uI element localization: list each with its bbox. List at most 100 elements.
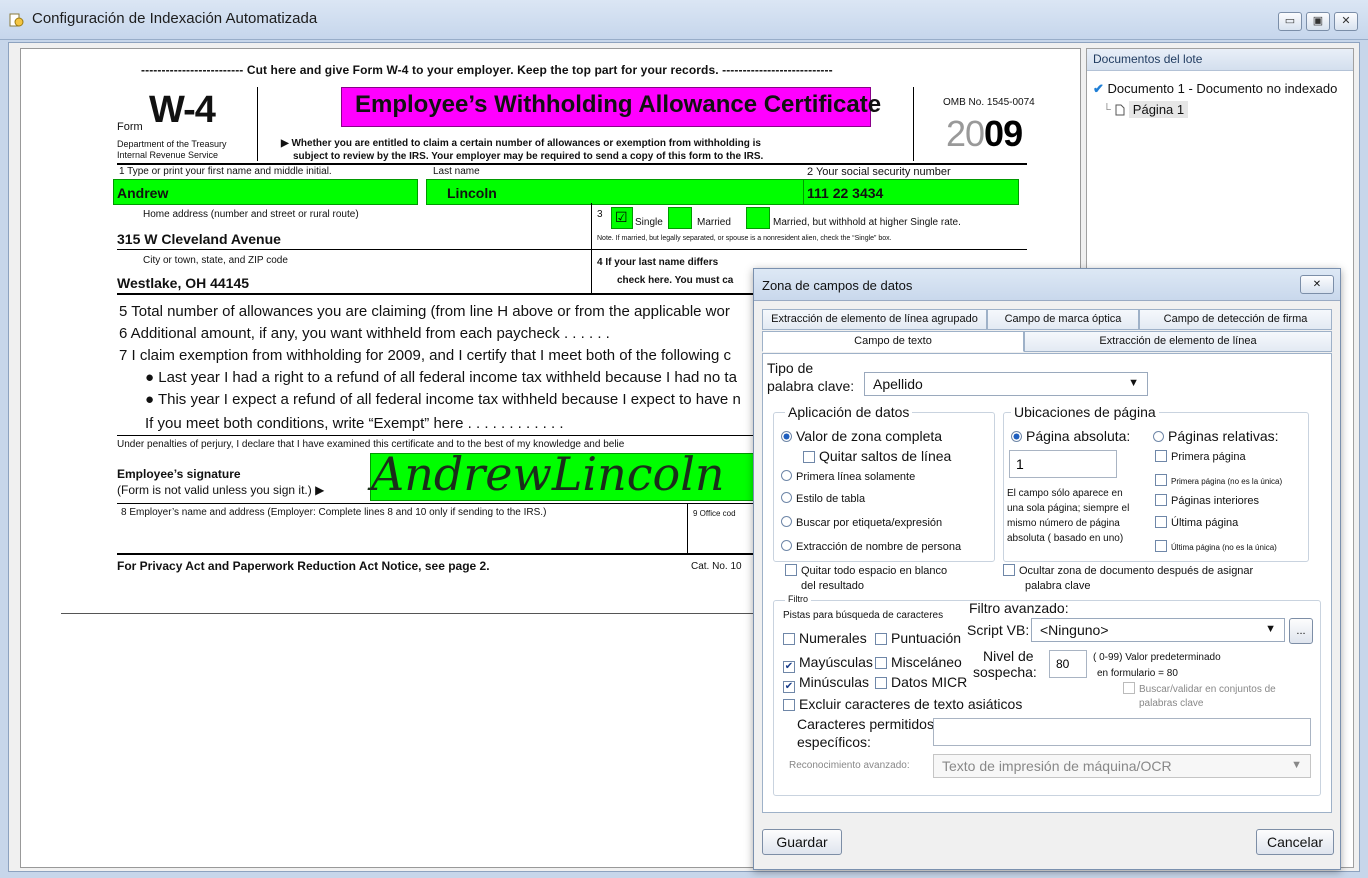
form-subtitle-2: subject to review by the IRS. Your emplo… [293,151,764,162]
line-6: 6 Additional amount, if any, you want wi… [119,325,610,342]
cat-number: Cat. No. 10 [691,561,742,572]
suspicion-input[interactable] [1049,650,1087,678]
abs-note-4: absoluta ( basado en uno) [1007,533,1124,544]
tab-line-item[interactable]: Extracción de elemento de línea [1024,331,1332,352]
app-icon [9,13,24,27]
single-check-icon: ☑ [615,209,628,225]
first-name-label: 1 Type or print your first name and midd… [119,166,332,177]
line-7: 7 I claim exemption from withholding for… [119,347,731,364]
abs-note-1: El campo sólo aparece en [1007,488,1123,499]
line-7a: ● Last year I had a right to a refund of… [145,369,737,386]
omb-number: OMB No. 1545-0074 [943,97,1035,108]
rel-first-only-checkbox[interactable]: Primera página (no es la única) [1155,474,1282,486]
line-9: 9 Office cod [693,509,736,518]
allowed-chars-label-1: Caracteres permitidos [797,716,934,732]
hide-zone-checkbox[interactable]: Ocultar zona de documento después de asi… [1003,564,1253,577]
suspicion-label-1: Nivel de [983,648,1034,664]
ssn-label: 2 Your social security number [807,166,951,178]
rel-first-page-checkbox[interactable]: Primera página [1155,450,1246,463]
script-browse-button[interactable]: ... [1289,618,1313,644]
married-checkbox-zone[interactable] [668,207,692,229]
rel-last-page-checkbox[interactable]: Última página [1155,516,1238,529]
close-button[interactable]: ✕ [1334,12,1358,31]
form-subtitle-1: ▶ Whether you are entitled to claim a ce… [281,138,761,149]
numerals-checkbox[interactable]: Numerales [783,630,867,646]
uppercase-checkbox[interactable]: Mayúsculas [783,654,873,673]
line-8: 8 Employer’s name and address (Employer:… [121,507,547,518]
form-word: Form [117,121,143,133]
micr-checkbox[interactable]: Datos MICR [875,674,967,690]
option-table-style[interactable]: Estilo de tabla [781,492,865,505]
option-search-label[interactable]: Buscar por etiqueta/expresión [781,516,942,529]
trim-whitespace-checkbox[interactable]: Quitar todo espacio en blanco [785,564,947,577]
validate-keywords-checkbox[interactable]: Buscar/validar en conjuntos de [1123,682,1276,695]
cancel-button[interactable]: Cancelar [1256,829,1334,855]
minimize-button[interactable]: ▭ [1278,12,1302,31]
save-button[interactable]: Guardar [762,829,842,855]
dept-line-2: Internal Revenue Service [117,150,219,160]
allowed-chars-input[interactable] [933,718,1311,746]
first-name-value: Andrew [117,185,169,201]
tree-page-1[interactable]: └ Página 1 [1103,101,1189,118]
form-name: W-4 [149,89,216,131]
married-note: Note. If married, but legally separated,… [597,235,892,242]
keyword-type-label-2: palabra clave: [767,378,855,394]
city-value: Westlake, OH 44145 [117,275,250,291]
option-full-zone[interactable]: Valor de zona completa [781,428,942,444]
option-person-name[interactable]: Extracción de nombre de persona [781,540,961,553]
tab-text-field[interactable]: Campo de texto [762,331,1024,352]
last-name-value: Lincoln [447,185,497,201]
dialog-close-button[interactable]: ✕ [1300,275,1334,294]
data-field-zone-dialog: Zona de campos de datos ✕ Extracción de … [753,268,1341,870]
married-higher-label: Married, but withhold at higher Single r… [773,217,961,228]
tree-document-1[interactable]: ✔ Documento 1 - Documento no indexado [1093,81,1337,97]
option-absolute-page[interactable]: Página absoluta: [1011,428,1130,444]
last-name-label: Last name [433,166,480,177]
filter-label: Filtro [785,594,811,604]
abs-note-3: mismo número de página [1007,518,1120,529]
employee-sig-note: (Form is not valid unless you sign it.) … [117,483,325,497]
rel-inner-pages-checkbox[interactable]: Páginas interiores [1155,494,1259,507]
suspicion-label-2: sospecha: [973,664,1037,680]
lowercase-checkbox[interactable]: Minúsculas [783,674,869,693]
married-higher-checkbox-zone[interactable] [746,207,770,229]
punctuation-checkbox[interactable]: Puntuación [875,630,961,646]
panel-header: Documentos del lote [1087,49,1353,71]
data-application-label: Aplicación de datos [785,404,913,420]
strip-line-breaks-checkbox[interactable]: Quitar saltos de línea [803,448,951,464]
rel-last-only-checkbox[interactable]: Última página (no es la única) [1155,540,1277,552]
misc-checkbox[interactable]: Misceláneo [875,654,962,670]
window-title: Configuración de Indexación Automatizada [32,10,318,27]
maximize-button[interactable]: ▣ [1306,12,1330,31]
tab-grouped-line-item[interactable]: Extracción de elemento de línea agrupado [762,309,987,330]
option-relative-pages[interactable]: Páginas relativas: [1153,428,1279,444]
line4b: check here. You must ca [617,275,734,286]
tab-signature-detection[interactable]: Campo de detección de firma [1139,309,1332,330]
script-vb-select[interactable]: <Ninguno> ▼ [1031,618,1285,642]
char-hints-label: Pistas para búsqueda de caracteres [783,610,944,621]
absolute-page-input[interactable] [1009,450,1117,478]
keyword-type-select[interactable]: Apellido ▼ [864,372,1148,396]
page-icon [1115,104,1125,115]
tab-optical-mark[interactable]: Campo de marca óptica [987,309,1139,330]
married-label: Married [697,217,731,228]
suspicion-note-2: en formulario = 80 [1097,668,1178,679]
line-7b: ● This year I expect a refund of all fed… [145,391,741,408]
text-field-tab-page: Tipo de palabra clave: Apellido ▼ Aplicac… [762,353,1332,813]
city-label: City or town, state, and ZIP code [143,255,288,266]
dept-line-1: Department of the Treasury [117,139,227,149]
privacy-notice: For Privacy Act and Paperwork Reduction … [117,559,490,573]
chevron-down-icon: ▼ [1291,759,1302,771]
dialog-title: Zona de campos de datos [762,278,913,293]
advanced-filter-label: Filtro avanzado: [969,600,1069,616]
line-5: 5 Total number of allowances you are cla… [119,303,730,320]
advanced-recognition-select[interactable]: Texto de impresión de máquina/OCR ▼ [933,754,1311,778]
chevron-down-icon: ▼ [1265,623,1276,635]
advanced-recognition-label: Reconocimiento avanzado: [789,760,910,771]
line-7c: If you meet both conditions, write “Exem… [145,415,564,432]
single-label: Single [635,217,663,228]
option-first-line[interactable]: Primera línea solamente [781,470,915,483]
exclude-asian-checkbox[interactable]: Excluir caracteres de texto asiáticos [783,696,1022,712]
signature-image: AndrewLincoln [371,447,725,501]
home-address-value: 315 W Cleveland Avenue [117,231,281,247]
